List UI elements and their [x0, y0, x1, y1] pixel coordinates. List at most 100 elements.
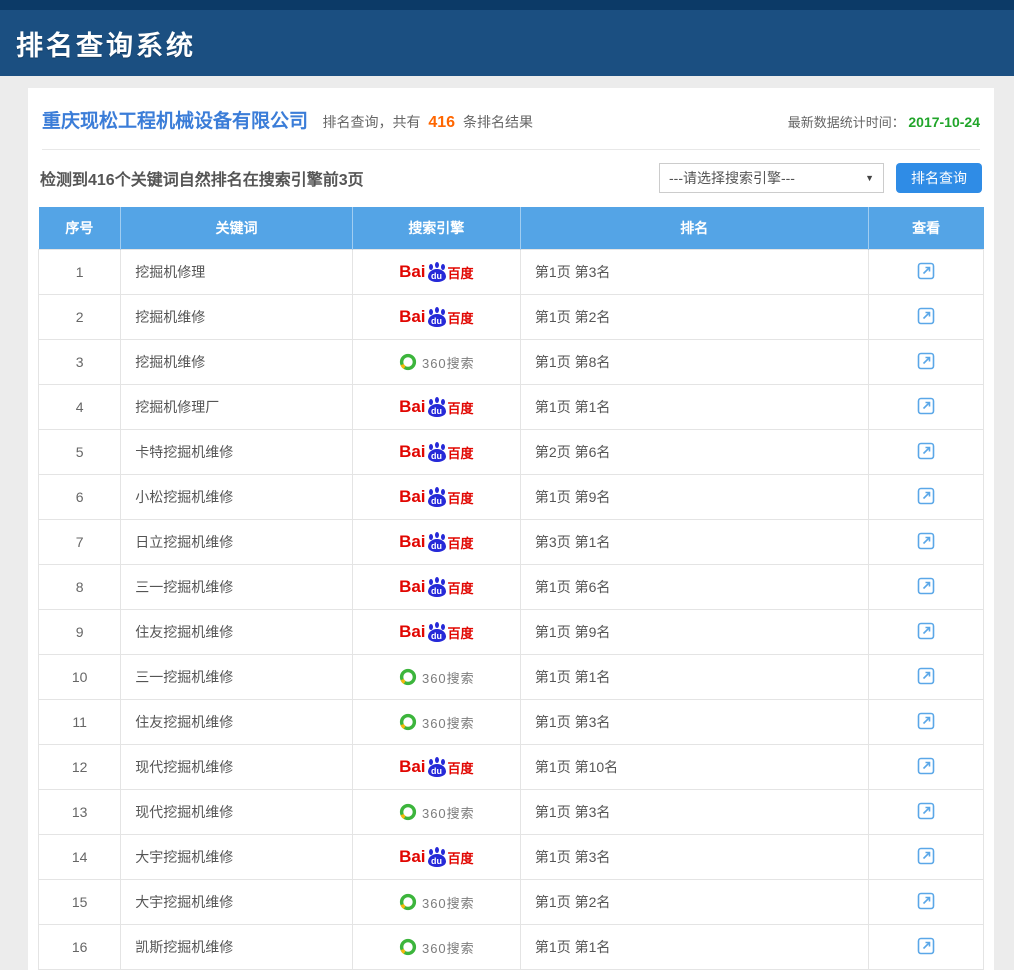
engine-cell: Baidu百度 [352, 835, 520, 880]
view-link[interactable] [916, 936, 936, 956]
keyword-cell: 大宇挖掘机维修 [121, 880, 353, 925]
360-label-text: 360搜索 [422, 803, 475, 822]
rank-cell: 第3页 第1名 [520, 520, 868, 565]
baidu-paw-icon: du [427, 307, 447, 328]
baidu-logo: Baidu百度 [399, 307, 473, 328]
table-row: 15 大宇挖掘机维修 360搜索 第1页 第2名 [39, 880, 984, 925]
row-index: 16 [39, 925, 121, 970]
baidu-paw-icon: du [427, 622, 447, 643]
table-row: 8 三一挖掘机维修 Baidu百度 第1页 第6名 [39, 565, 984, 610]
view-link[interactable] [916, 531, 936, 551]
content-card: 重庆现松工程机械设备有限公司 排名查询，共有 416 条排名结果 最新数据统计时… [28, 88, 994, 970]
rank-cell: 第1页 第3名 [520, 790, 868, 835]
baidu-logo: Baidu百度 [399, 757, 473, 778]
baidu-hanzi-text: 百度 [448, 263, 474, 282]
360-search-logo: 360搜索 [398, 352, 475, 372]
view-link[interactable] [916, 756, 936, 776]
external-link-icon [916, 531, 936, 551]
baidu-bai-text: Bai [399, 307, 425, 327]
external-link-icon [916, 801, 936, 821]
baidu-hanzi-text: 百度 [448, 533, 474, 552]
baidu-logo: Baidu百度 [399, 442, 473, 463]
row-index: 9 [39, 610, 121, 655]
view-link[interactable] [916, 666, 936, 686]
view-link[interactable] [916, 891, 936, 911]
baidu-paw-icon: du [427, 577, 447, 598]
360-label-text: 360搜索 [422, 938, 475, 957]
baidu-bai-text: Bai [399, 487, 425, 507]
rank-cell: 第1页 第3名 [520, 835, 868, 880]
keyword-cell: 挖掘机维修 [121, 295, 353, 340]
baidu-hanzi-text: 百度 [448, 848, 474, 867]
view-link[interactable] [916, 396, 936, 416]
view-cell [868, 430, 983, 475]
360-search-logo: 360搜索 [398, 802, 475, 822]
baidu-paw-icon: du [427, 757, 447, 778]
baidu-logo: Baidu百度 [399, 622, 473, 643]
table-header-row: 序号 关键词 搜索引擎 排名 查看 [39, 207, 984, 250]
keyword-cell: 现代挖掘机维修 [121, 745, 353, 790]
table-row: 10 三一挖掘机维修 360搜索 第1页 第1名 [39, 655, 984, 700]
company-name: 重庆现松工程机械设备有限公司 [42, 111, 308, 132]
360-search-logo: 360搜索 [398, 667, 475, 687]
view-link[interactable] [916, 846, 936, 866]
view-link[interactable] [916, 306, 936, 326]
rank-cell: 第1页 第1名 [520, 655, 868, 700]
view-link[interactable] [916, 801, 936, 821]
baidu-logo: Baidu百度 [399, 262, 473, 283]
view-link[interactable] [916, 441, 936, 461]
view-cell [868, 250, 983, 295]
row-index: 8 [39, 565, 121, 610]
external-link-icon [916, 576, 936, 596]
engine-cell: Baidu百度 [352, 610, 520, 655]
keyword-cell: 现代挖掘机维修 [121, 790, 353, 835]
rank-cell: 第1页 第8名 [520, 340, 868, 385]
rank-cell: 第1页 第2名 [520, 295, 868, 340]
view-link[interactable] [916, 711, 936, 731]
view-link[interactable] [916, 351, 936, 371]
keyword-cell: 凯斯挖掘机维修 [121, 925, 353, 970]
engine-cell: Baidu百度 [352, 430, 520, 475]
view-cell [868, 880, 983, 925]
view-link[interactable] [916, 621, 936, 641]
rank-cell: 第1页 第1名 [520, 385, 868, 430]
baidu-paw-icon: du [427, 442, 447, 463]
engine-cell: Baidu百度 [352, 745, 520, 790]
engine-cell: 360搜索 [352, 655, 520, 700]
baidu-hanzi-text: 百度 [448, 623, 474, 642]
col-header-view: 查看 [868, 207, 983, 250]
view-link[interactable] [916, 486, 936, 506]
external-link-icon [916, 306, 936, 326]
result-count-text: 排名查询，共有 416 条排名结果 [322, 114, 532, 130]
view-cell [868, 385, 983, 430]
baidu-paw-icon: du [427, 262, 447, 283]
360-ring-icon [398, 937, 418, 957]
rank-cell: 第1页 第9名 [520, 475, 868, 520]
row-index: 6 [39, 475, 121, 520]
360-ring-icon [398, 892, 418, 912]
rank-cell: 第1页 第6名 [520, 565, 868, 610]
external-link-icon [916, 846, 936, 866]
row-index: 3 [39, 340, 121, 385]
rank-cell: 第1页 第1名 [520, 925, 868, 970]
external-link-icon [916, 756, 936, 776]
360-ring-icon [398, 667, 418, 687]
baidu-paw-icon: du [427, 532, 447, 553]
engine-select[interactable]: ---请选择搜索引擎--- ▼ [659, 163, 884, 193]
rank-query-button[interactable]: 排名查询 [896, 163, 982, 193]
external-link-icon [916, 351, 936, 371]
keyword-cell: 挖掘机修理 [121, 250, 353, 295]
rank-cell: 第1页 第2名 [520, 880, 868, 925]
stats-time-label: 最新数据统计时间： [788, 115, 905, 130]
view-link[interactable] [916, 576, 936, 596]
engine-cell: 360搜索 [352, 700, 520, 745]
rank-cell: 第1页 第9名 [520, 610, 868, 655]
view-link[interactable] [916, 261, 936, 281]
360-label-text: 360搜索 [422, 713, 475, 732]
view-cell [868, 295, 983, 340]
keyword-cell: 住友挖掘机维修 [121, 610, 353, 655]
baidu-bai-text: Bai [399, 847, 425, 867]
keyword-cell: 住友挖掘机维修 [121, 700, 353, 745]
controls-row: 检测到416个关键词自然排名在搜索引擎前3页 ---请选择搜索引擎--- ▼ 排… [38, 163, 984, 193]
360-ring-icon [398, 352, 418, 372]
